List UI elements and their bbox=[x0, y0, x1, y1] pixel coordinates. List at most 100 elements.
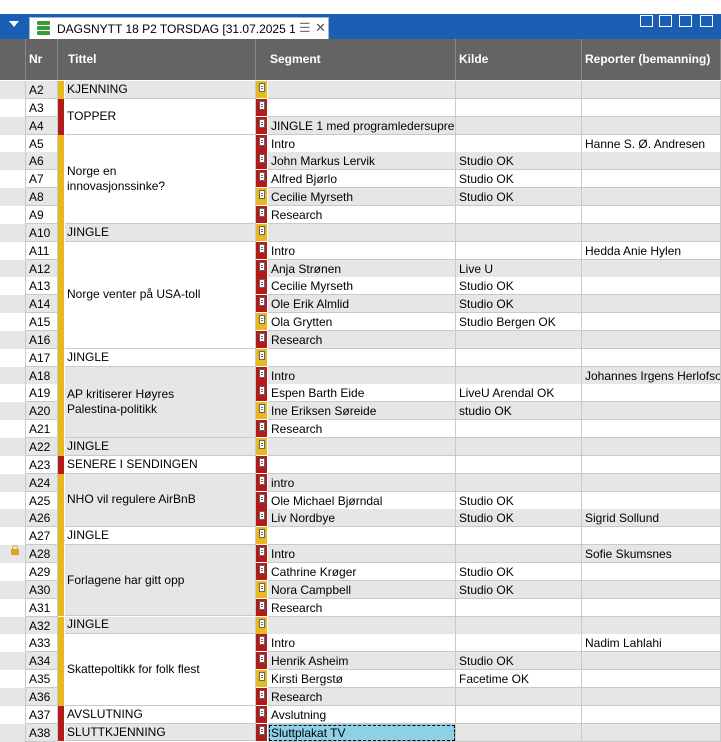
row-gutter[interactable] bbox=[0, 438, 26, 456]
cell-segment[interactable]: Cathrine Krøger bbox=[268, 562, 456, 581]
row-gutter[interactable] bbox=[0, 188, 26, 207]
cell-kilde[interactable] bbox=[456, 705, 582, 724]
cell-segment[interactable]: Cecilie Myrseth bbox=[268, 277, 456, 296]
cell-reporter[interactable] bbox=[582, 491, 721, 510]
cell-segment[interactable]: Research bbox=[268, 205, 456, 224]
cell-reporter[interactable] bbox=[582, 330, 721, 349]
cell-kilde[interactable]: Facetime OK bbox=[456, 670, 582, 689]
row-gutter[interactable] bbox=[0, 616, 26, 635]
cell-nr[interactable]: A2 bbox=[26, 81, 58, 99]
cell-nr[interactable]: A5 bbox=[26, 134, 58, 153]
cell-nr[interactable]: A27 bbox=[26, 527, 58, 546]
script-page-icon[interactable] bbox=[259, 547, 265, 557]
cell-nr[interactable]: A19 bbox=[26, 384, 58, 403]
tab-menu-icon[interactable]: ☰ bbox=[299, 20, 311, 36]
cell-segment[interactable]: Ole Michael Bjørndal bbox=[268, 491, 456, 510]
cell-nr[interactable]: A35 bbox=[26, 670, 58, 689]
cell-segment[interactable]: Espen Barth Eide bbox=[268, 384, 456, 403]
script-page-icon[interactable] bbox=[259, 100, 265, 110]
cell-reporter[interactable]: Nadim Lahlahi bbox=[582, 634, 721, 653]
cell-reporter[interactable] bbox=[582, 473, 721, 492]
cell-reporter[interactable] bbox=[582, 438, 721, 456]
cell-tittel[interactable]: TOPPER bbox=[65, 98, 256, 135]
cell-kilde[interactable] bbox=[456, 527, 582, 546]
cell-nr[interactable]: A4 bbox=[26, 116, 58, 135]
script-page-icon[interactable] bbox=[259, 689, 265, 699]
header-kilde[interactable]: Kilde bbox=[456, 39, 582, 80]
cell-reporter[interactable] bbox=[582, 580, 721, 599]
row-gutter[interactable] bbox=[0, 420, 26, 439]
cell-tittel[interactable]: JINGLE bbox=[65, 223, 256, 242]
row-gutter[interactable] bbox=[0, 205, 26, 224]
script-page-icon[interactable] bbox=[259, 83, 265, 92]
row-gutter[interactable] bbox=[0, 491, 26, 510]
cell-segment[interactable] bbox=[268, 616, 456, 635]
script-page-icon[interactable] bbox=[259, 315, 265, 325]
script-page-icon[interactable] bbox=[259, 440, 265, 449]
cell-kilde[interactable] bbox=[456, 545, 582, 564]
cell-kilde[interactable]: Studio OK bbox=[456, 580, 582, 599]
cell-tittel[interactable]: AVSLUTNING bbox=[65, 705, 256, 724]
row-gutter[interactable] bbox=[0, 384, 26, 403]
cell-nr[interactable]: A11 bbox=[26, 241, 58, 260]
cell-nr[interactable]: A21 bbox=[26, 420, 58, 439]
cell-reporter[interactable] bbox=[582, 259, 721, 278]
script-page-icon[interactable] bbox=[259, 618, 265, 628]
script-page-icon[interactable] bbox=[259, 154, 265, 164]
header-segment[interactable]: Segment bbox=[256, 39, 456, 80]
cell-reporter[interactable] bbox=[582, 670, 721, 689]
row-gutter[interactable] bbox=[0, 545, 26, 564]
cell-kilde[interactable] bbox=[456, 330, 582, 349]
script-page-icon[interactable] bbox=[259, 190, 265, 200]
cell-reporter[interactable] bbox=[582, 116, 721, 135]
cell-kilde[interactable] bbox=[456, 455, 582, 474]
cell-tittel[interactable]: KJENNING bbox=[65, 81, 256, 99]
cell-nr[interactable]: A3 bbox=[26, 98, 58, 117]
script-page-icon[interactable] bbox=[259, 297, 265, 307]
cell-reporter[interactable] bbox=[582, 687, 721, 706]
row-gutter[interactable] bbox=[0, 259, 26, 278]
script-page-icon[interactable] bbox=[259, 475, 265, 485]
cell-segment[interactable] bbox=[268, 527, 456, 546]
script-page-icon[interactable] bbox=[259, 457, 265, 467]
cell-tittel[interactable]: JINGLE bbox=[65, 438, 256, 456]
row-gutter[interactable] bbox=[0, 277, 26, 296]
cell-kilde[interactable]: Studio OK bbox=[456, 562, 582, 581]
cell-kilde[interactable]: Studio OK bbox=[456, 295, 582, 314]
cell-nr[interactable]: A15 bbox=[26, 313, 58, 332]
row-gutter[interactable] bbox=[0, 634, 26, 653]
rundown-tab[interactable]: DAGSNYTT 18 P2 TORSDAG [31.07.2025 18:0 … bbox=[29, 17, 329, 39]
cell-nr[interactable]: A36 bbox=[26, 687, 58, 706]
script-page-icon[interactable] bbox=[259, 654, 265, 664]
cell-kilde[interactable] bbox=[456, 116, 582, 135]
cell-reporter[interactable] bbox=[582, 616, 721, 635]
cell-reporter[interactable]: Hanne S. Ø. Andresen bbox=[582, 134, 721, 153]
cell-segment[interactable]: Research bbox=[268, 420, 456, 439]
cell-reporter[interactable] bbox=[582, 188, 721, 207]
cell-kilde[interactable] bbox=[456, 134, 582, 153]
header-tittel[interactable]: Tittel bbox=[58, 39, 256, 80]
cell-segment[interactable]: Intro bbox=[268, 634, 456, 653]
cell-reporter[interactable] bbox=[582, 705, 721, 724]
script-page-icon[interactable] bbox=[259, 350, 265, 360]
cell-segment[interactable]: Ole Erik Almlid bbox=[268, 295, 456, 314]
row-gutter[interactable] bbox=[0, 527, 26, 546]
cell-segment[interactable]: intro bbox=[268, 473, 456, 492]
cell-reporter[interactable] bbox=[582, 384, 721, 403]
cell-reporter[interactable] bbox=[582, 277, 721, 296]
cell-kilde[interactable]: Studio OK bbox=[456, 652, 582, 671]
script-page-icon[interactable] bbox=[259, 207, 265, 217]
cell-tittel[interactable]: SENERE I SENDINGEN bbox=[65, 455, 256, 474]
cell-segment[interactable]: Ine Eriksen Søreide bbox=[268, 402, 456, 421]
cell-tittel[interactable]: Norge venter på USA-toll bbox=[65, 241, 256, 349]
script-page-icon[interactable] bbox=[259, 672, 265, 682]
script-page-icon[interactable] bbox=[259, 600, 265, 610]
cell-tittel[interactable]: Forlagene har gitt opp bbox=[65, 545, 256, 617]
cell-nr[interactable]: A20 bbox=[26, 402, 58, 421]
cell-kilde[interactable] bbox=[456, 634, 582, 653]
cell-reporter[interactable] bbox=[582, 98, 721, 117]
cell-nr[interactable]: A38 bbox=[26, 723, 58, 742]
cell-tittel[interactable]: JINGLE bbox=[65, 527, 256, 546]
cell-segment[interactable]: Research bbox=[268, 330, 456, 349]
cell-segment[interactable]: JINGLE 1 med programledersupre bbox=[268, 116, 456, 135]
